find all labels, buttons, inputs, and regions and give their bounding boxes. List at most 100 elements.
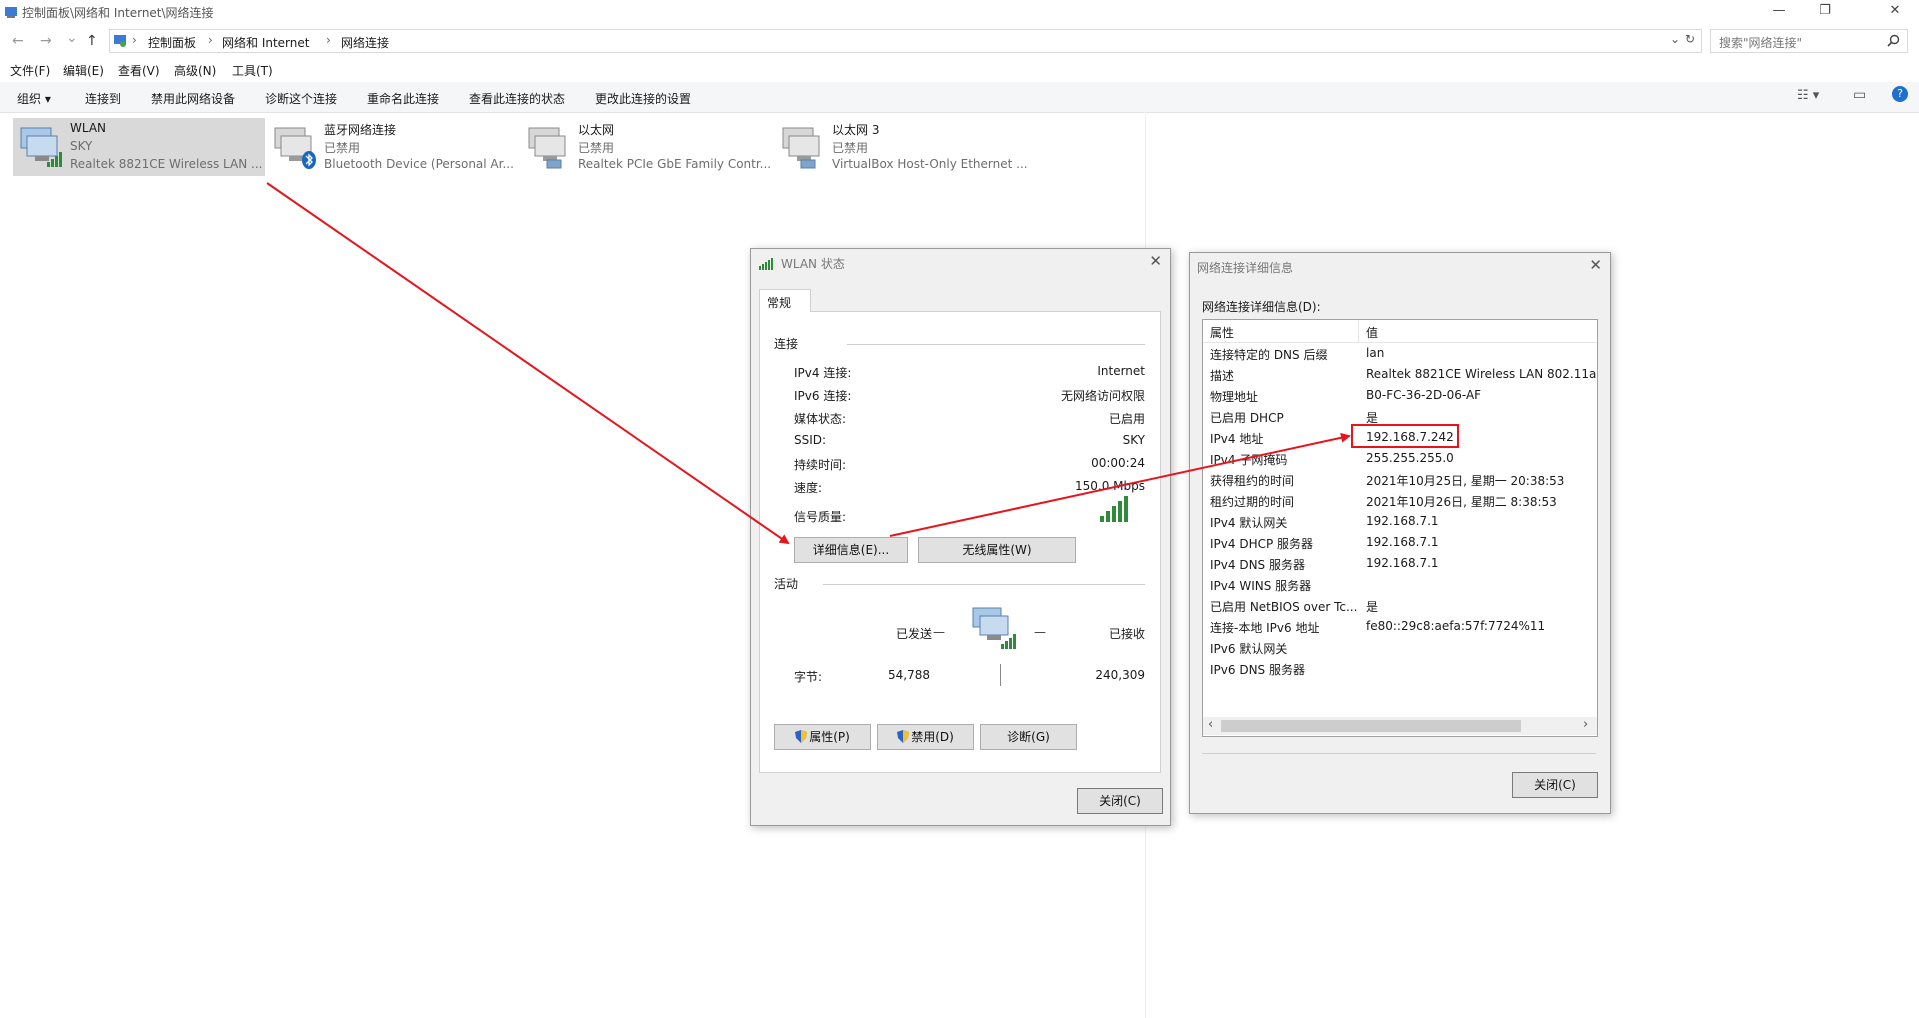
breadcrumb-control-panel[interactable]: 控制面板: [148, 34, 196, 51]
breadcrumb-network-internet[interactable]: 网络和 Internet: [222, 34, 309, 51]
table-row[interactable]: IPv6 DNS 服务器: [1203, 658, 1597, 679]
close-icon[interactable]: ✕: [1149, 252, 1162, 270]
forward-button[interactable]: →: [40, 33, 52, 49]
table-row[interactable]: 物理地址 B0-FC-36-2D-06-AF: [1203, 385, 1597, 406]
bytes-sent-value: 54,788: [888, 668, 930, 682]
property-cell: 物理地址: [1210, 390, 1259, 404]
details-list[interactable]: 属性 值 连接特定的 DNS 后缀 lan 描述 Realtek 8821CE Wir…: [1202, 319, 1598, 737]
annotation-arrow: [266, 182, 790, 545]
horizontal-scrollbar[interactable]: ‹ ›: [1203, 717, 1597, 735]
table-row[interactable]: IPv4 默认网关 192.168.7.1: [1203, 511, 1597, 532]
details-button[interactable]: 详细信息(E)...: [794, 537, 908, 563]
location-icon: [114, 35, 126, 47]
value-cell: Realtek 8821CE Wireless LAN 802.11ac: [1366, 367, 1597, 381]
menu-edit[interactable]: 编辑(E): [63, 62, 104, 79]
tab-general[interactable]: 常规: [759, 289, 811, 312]
table-row[interactable]: IPv6 默认网关: [1203, 637, 1597, 658]
property-cell: 连接特定的 DNS 后缀: [1210, 348, 1328, 362]
divider: [823, 584, 1145, 585]
connection-device: Realtek 8821CE Wireless LAN ...: [70, 157, 263, 171]
close-button[interactable]: 关闭(C): [1512, 772, 1598, 798]
up-button[interactable]: ↑: [86, 33, 98, 49]
connection-item-bluetooth[interactable]: 蓝牙网络连接 已禁用 Bluetooth Device (Personal Ar…: [267, 118, 519, 176]
bluetooth-adapter-icon: [274, 127, 316, 169]
details-caption: 网络连接详细信息(D):: [1202, 300, 1321, 314]
column-divider[interactable]: [1358, 320, 1359, 342]
chevron-down-icon[interactable]: ⌄: [1670, 32, 1680, 46]
property-cell: 租约过期的时间: [1210, 495, 1295, 509]
divider: [1000, 664, 1001, 686]
media-state-value: 已启用: [1108, 412, 1145, 426]
signal-bar: [1106, 511, 1110, 522]
refresh-icon[interactable]: ↻: [1685, 32, 1695, 46]
table-row[interactable]: 已启用 DHCP 是: [1203, 406, 1597, 427]
recent-locations-button[interactable]: ⌄: [66, 30, 78, 46]
connection-item-ethernet[interactable]: 以太网 已禁用 Realtek PCIe GbE Family Contr...: [521, 118, 773, 176]
breadcrumb-separator-icon: ›: [326, 33, 331, 47]
connection-item-wlan[interactable]: WLAN SKY Realtek 8821CE Wireless LAN ...: [13, 118, 265, 176]
table-row[interactable]: IPv4 地址 192.168.7.242: [1203, 427, 1597, 448]
table-row[interactable]: 连接-本地 IPv6 地址 fe80::29c8:aefa:57f:7724%11: [1203, 616, 1597, 637]
menu-tools[interactable]: 工具(T): [232, 62, 273, 79]
minimize-button[interactable]: —: [1756, 0, 1802, 24]
help-icon[interactable]: ?: [1892, 86, 1908, 102]
title-bar: 控制面板\网络和 Internet\网络连接 — ❐ ✕: [0, 0, 1919, 24]
table-row[interactable]: IPv4 DNS 服务器 192.168.7.1: [1203, 553, 1597, 574]
view-status-button[interactable]: 查看此连接的状态: [469, 90, 565, 107]
disable-device-button[interactable]: 禁用此网络设备: [151, 90, 235, 107]
table-row[interactable]: IPv4 子网掩码 255.255.255.0: [1203, 448, 1597, 469]
view-options-icon[interactable]: ☷ ▾: [1797, 88, 1819, 103]
signal-quality-label: 信号质量:: [794, 510, 847, 524]
table-row[interactable]: 已启用 NetBIOS over Tc... 是: [1203, 595, 1597, 616]
disable-button-label: 禁用(D): [911, 730, 954, 744]
connect-to-button[interactable]: 连接到: [85, 90, 121, 107]
connection-item-ethernet-3[interactable]: 以太网 3 已禁用 VirtualBox Host-Only Ethernet …: [775, 118, 1027, 176]
connection-status: 已禁用: [324, 141, 361, 155]
back-button[interactable]: ←: [12, 33, 24, 49]
scroll-left-icon[interactable]: ‹: [1208, 717, 1213, 732]
signal-bar: [1112, 506, 1116, 522]
signal-bar: [1100, 516, 1104, 522]
ethernet-adapter-icon: [782, 127, 820, 169]
preview-pane-icon[interactable]: ▭: [1853, 87, 1866, 103]
table-row[interactable]: 租约过期的时间 2021年10月26日, 星期二 8:38:53: [1203, 490, 1597, 511]
diagnose-button[interactable]: 诊断(G): [980, 724, 1077, 750]
close-button[interactable]: 关闭(C): [1077, 788, 1163, 814]
menu-advanced[interactable]: 高级(N): [174, 62, 216, 79]
property-cell: 获得租约的时间: [1210, 474, 1295, 488]
table-row[interactable]: 描述 Realtek 8821CE Wireless LAN 802.11ac: [1203, 364, 1597, 385]
breadcrumb-network-connections[interactable]: 网络连接: [341, 34, 389, 51]
search-input[interactable]: 搜索"网络连接": [1710, 29, 1908, 53]
disable-button[interactable]: 禁用(D): [877, 724, 974, 750]
table-row[interactable]: IPv4 DHCP 服务器 192.168.7.1: [1203, 532, 1597, 553]
column-header-value[interactable]: 值: [1366, 324, 1378, 341]
organize-button[interactable]: 组织 ▾: [17, 90, 51, 107]
connection-device: Realtek PCIe GbE Family Contr...: [578, 157, 772, 171]
table-row[interactable]: IPv4 WINS 服务器: [1203, 574, 1597, 595]
value-cell: lan: [1366, 346, 1385, 360]
close-window-button[interactable]: ✕: [1872, 0, 1918, 24]
divider: [1202, 753, 1596, 754]
diagnose-connection-button[interactable]: 诊断这个连接: [265, 90, 337, 107]
rename-connection-button[interactable]: 重命名此连接: [367, 90, 439, 107]
scrollbar-thumb[interactable]: [1221, 720, 1521, 732]
menu-file[interactable]: 文件(F): [10, 62, 50, 79]
search-icon[interactable]: [1887, 34, 1900, 47]
wireless-properties-button[interactable]: 无线属性(W): [918, 537, 1076, 563]
address-input[interactable]: › 控制面板 › 网络和 Internet › 网络连接 ⌄ ↻: [109, 29, 1702, 53]
column-header-property[interactable]: 属性: [1210, 324, 1234, 341]
signal-bar: [1118, 501, 1122, 522]
close-icon[interactable]: ✕: [1589, 256, 1602, 274]
menu-view[interactable]: 查看(V): [118, 62, 160, 79]
properties-button[interactable]: 属性(P): [774, 724, 871, 750]
value-cell: 192.168.7.1: [1366, 514, 1439, 528]
change-settings-button[interactable]: 更改此连接的设置: [595, 90, 691, 107]
shield-icon: [795, 730, 808, 743]
ssid-label: SSID:: [794, 433, 827, 447]
dialog-title: 网络连接详细信息: [1197, 261, 1294, 275]
table-row[interactable]: 连接特定的 DNS 后缀 lan: [1203, 343, 1597, 364]
table-row[interactable]: 获得租约的时间 2021年10月25日, 星期一 20:38:53: [1203, 469, 1597, 490]
ssid-value: SKY: [1122, 433, 1145, 447]
restore-button[interactable]: ❐: [1802, 0, 1848, 24]
scroll-right-icon[interactable]: ›: [1583, 717, 1588, 732]
